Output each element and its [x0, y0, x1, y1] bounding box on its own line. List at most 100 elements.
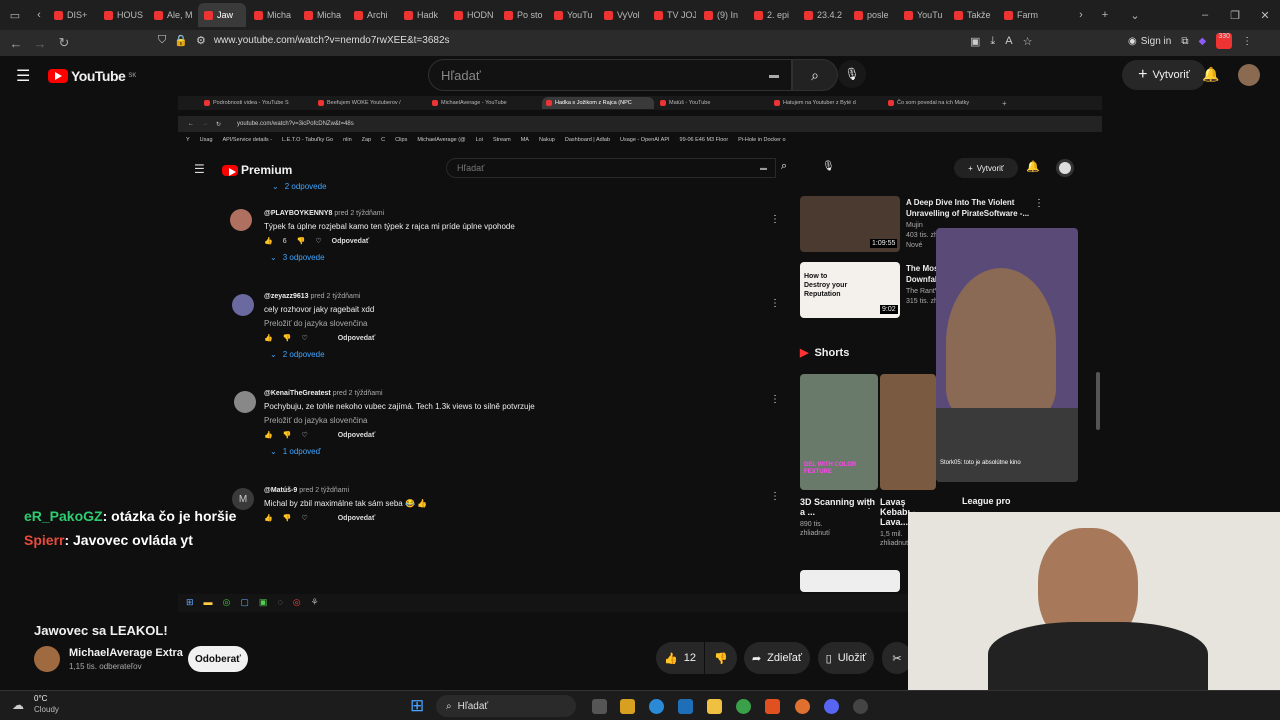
bookmark-item[interactable]: 99-06 E46 M3 Floor — [680, 137, 729, 147]
reply-button[interactable]: Odpovedať — [338, 335, 376, 342]
obs-icon[interactable] — [853, 699, 868, 714]
profile-icon[interactable]: ◉ — [1128, 36, 1137, 47]
reply-button[interactable]: Odpovedať — [332, 238, 370, 245]
bookmark-item[interactable]: C — [381, 137, 385, 147]
outer-tab[interactable]: VyVol — [598, 3, 646, 27]
calculator-icon[interactable] — [678, 699, 693, 714]
inner-notifications-icon[interactable]: 🔔 — [1026, 160, 1040, 173]
inner-app-icon[interactable]: ▢ — [240, 597, 249, 608]
inner-app-icon[interactable]: ▣ — [259, 597, 268, 608]
screenshot-icon[interactable]: ▣ — [970, 35, 980, 48]
discord-icon[interactable] — [824, 699, 839, 714]
sign-in-button[interactable]: Sign in — [1141, 36, 1172, 47]
outer-tab[interactable]: Farm — [998, 3, 1046, 27]
extensions-icon[interactable]: ⧉ — [1181, 36, 1188, 47]
dislike-icon[interactable]: 👎 — [283, 334, 292, 342]
bookmark-item[interactable]: Stream — [493, 137, 511, 147]
shield-icon[interactable]: ⛉ — [158, 34, 166, 47]
edge-icon[interactable] — [649, 699, 664, 714]
channel-avatar[interactable] — [34, 646, 60, 672]
restore-icon[interactable]: ❐ — [1220, 9, 1250, 22]
start-icon[interactable]: ⊞ — [410, 696, 424, 716]
inner-start-icon[interactable]: ⊞ — [186, 597, 194, 608]
bookmark-item[interactable]: Usage - OpenAI API — [620, 137, 670, 147]
brave-icon[interactable]: ◆ — [1198, 36, 1206, 47]
create-button[interactable]: + Vytvoriť — [1122, 60, 1206, 90]
inner-forward-icon[interactable]: → — [202, 121, 208, 127]
bookmark-item[interactable]: Clips — [395, 137, 407, 147]
inner-tab[interactable]: Matúš - YouTube — [656, 97, 768, 109]
outer-tab[interactable]: HODN — [448, 3, 496, 27]
tab-search-icon[interactable]: ▭ — [0, 9, 30, 22]
reload-icon[interactable]: ↻ — [52, 35, 76, 51]
comment-menu-icon[interactable]: ⋮ — [770, 298, 780, 309]
download-icon[interactable]: ⤓ — [990, 35, 995, 48]
weather-icon[interactable]: ☁ — [12, 698, 24, 712]
reply-button[interactable]: Odpovedať — [338, 515, 376, 522]
heart-icon[interactable]: ♡ — [301, 334, 307, 342]
taskbar-search[interactable]: ⌕ Hľadať — [436, 695, 576, 717]
bookmark-item[interactable]: MichaelAverage (@ — [417, 137, 465, 147]
bookmark-item[interactable]: API/Service details - — [223, 137, 273, 147]
outer-tab[interactable]: (9) In — [698, 3, 746, 27]
tab-list-icon[interactable]: ⌄ — [1120, 9, 1150, 22]
outer-tab[interactable]: 2. epi — [748, 3, 796, 27]
like-icon[interactable]: 👍 — [264, 431, 273, 439]
subscribe-button[interactable]: Odoberať — [188, 646, 248, 672]
inner-youtube-logo[interactable]: Premium — [222, 163, 292, 177]
replies-toggle[interactable]: ⌄ 1 odpoveď — [270, 447, 535, 456]
close-window-icon[interactable]: ✕ — [1250, 9, 1280, 22]
outer-tab[interactable]: TV JOJ — [648, 3, 696, 27]
channel-name[interactable]: MichaelAverage Extra — [69, 647, 183, 659]
bookmark-item[interactable]: L.E.T.O - Tabuľky Go — [282, 137, 333, 147]
chrome-icon[interactable] — [736, 699, 751, 714]
like-button[interactable]: 👍 12 — [656, 642, 704, 674]
comment-author[interactable]: @zeyazz9613 — [264, 293, 309, 300]
new-tab-icon[interactable]: + — [1090, 9, 1120, 21]
outer-tab[interactable]: YouTu — [898, 3, 946, 27]
inner-search-input[interactable]: Hľadať ▬ — [446, 158, 776, 178]
inner-tab[interactable]: MichaelAverage - YouTube — [428, 97, 540, 109]
comment-avatar[interactable] — [232, 294, 254, 316]
inner-new-tab-icon[interactable]: + — [1002, 99, 1007, 108]
short-thumbnail[interactable]: DEL WITH COLOR FEXTURE — [800, 374, 878, 490]
inner-reload-icon[interactable]: ↻ — [216, 121, 221, 128]
comment-avatar[interactable]: M — [232, 488, 254, 510]
inner-app-icon[interactable]: ⚘ — [311, 597, 319, 608]
comment-author[interactable]: @Matúš-9 — [264, 487, 297, 494]
user-avatar[interactable] — [1238, 64, 1260, 86]
outer-tab[interactable]: Jaw — [198, 3, 246, 27]
inner-folder-icon[interactable]: ▬ — [204, 597, 213, 608]
back-icon[interactable]: ← — [4, 36, 28, 51]
inner-tab[interactable]: Beefujem WOKE Youtuberov / — [314, 97, 426, 109]
outer-tab[interactable]: Micha — [248, 3, 296, 27]
like-icon[interactable]: 👍 — [264, 237, 273, 245]
minimize-icon[interactable]: – — [1190, 9, 1220, 21]
translate-icon[interactable]: A — [1005, 35, 1012, 48]
inner-tab[interactable]: Hatujem na Youtuber z Byté d — [770, 97, 882, 109]
outer-tab[interactable]: Ale, M — [148, 3, 196, 27]
share-button[interactable]: ➦ Zdieľať — [744, 642, 810, 674]
task-view-icon[interactable] — [592, 699, 607, 714]
tab-scroll-left-icon[interactable]: ‹ — [30, 9, 48, 21]
short-menu-icon[interactable]: ⋮ — [864, 500, 874, 511]
brave-icon[interactable] — [765, 699, 780, 714]
outer-tab[interactable]: Takže — [948, 3, 996, 27]
inner-tab[interactable]: Hadka s Jožikom z Rajca (NPC — [542, 97, 654, 109]
comment-author[interactable]: @KenaiTheGreatest — [264, 390, 331, 397]
inner-microphone-icon[interactable]: 🎙 — [822, 161, 835, 172]
forward-icon[interactable]: → — [28, 36, 52, 51]
inner-chrome-icon[interactable]: ◎ — [293, 597, 301, 608]
outer-tab[interactable]: YouTu — [548, 3, 596, 27]
explorer-icon[interactable] — [707, 699, 722, 714]
inner-tab[interactable]: Čo som povedal na ich Matky — [884, 97, 996, 109]
inner-create-button[interactable]: + Vytvoriť — [954, 158, 1018, 178]
translate-link[interactable]: Preložiť do jazyka slovenčina — [264, 319, 375, 328]
outer-tab[interactable]: Micha — [298, 3, 346, 27]
site-settings-icon[interactable]: ⚙ — [196, 34, 206, 47]
search-input[interactable]: Hľadať ▬ — [428, 59, 792, 91]
dislike-icon[interactable]: 👎 — [283, 431, 292, 439]
replies-toggle[interactable]: ⌄ 2 odpovede — [270, 350, 375, 359]
youtube-logo[interactable]: YouTube SK — [48, 68, 136, 84]
inner-hamburger-icon[interactable]: ☰ — [194, 162, 205, 176]
